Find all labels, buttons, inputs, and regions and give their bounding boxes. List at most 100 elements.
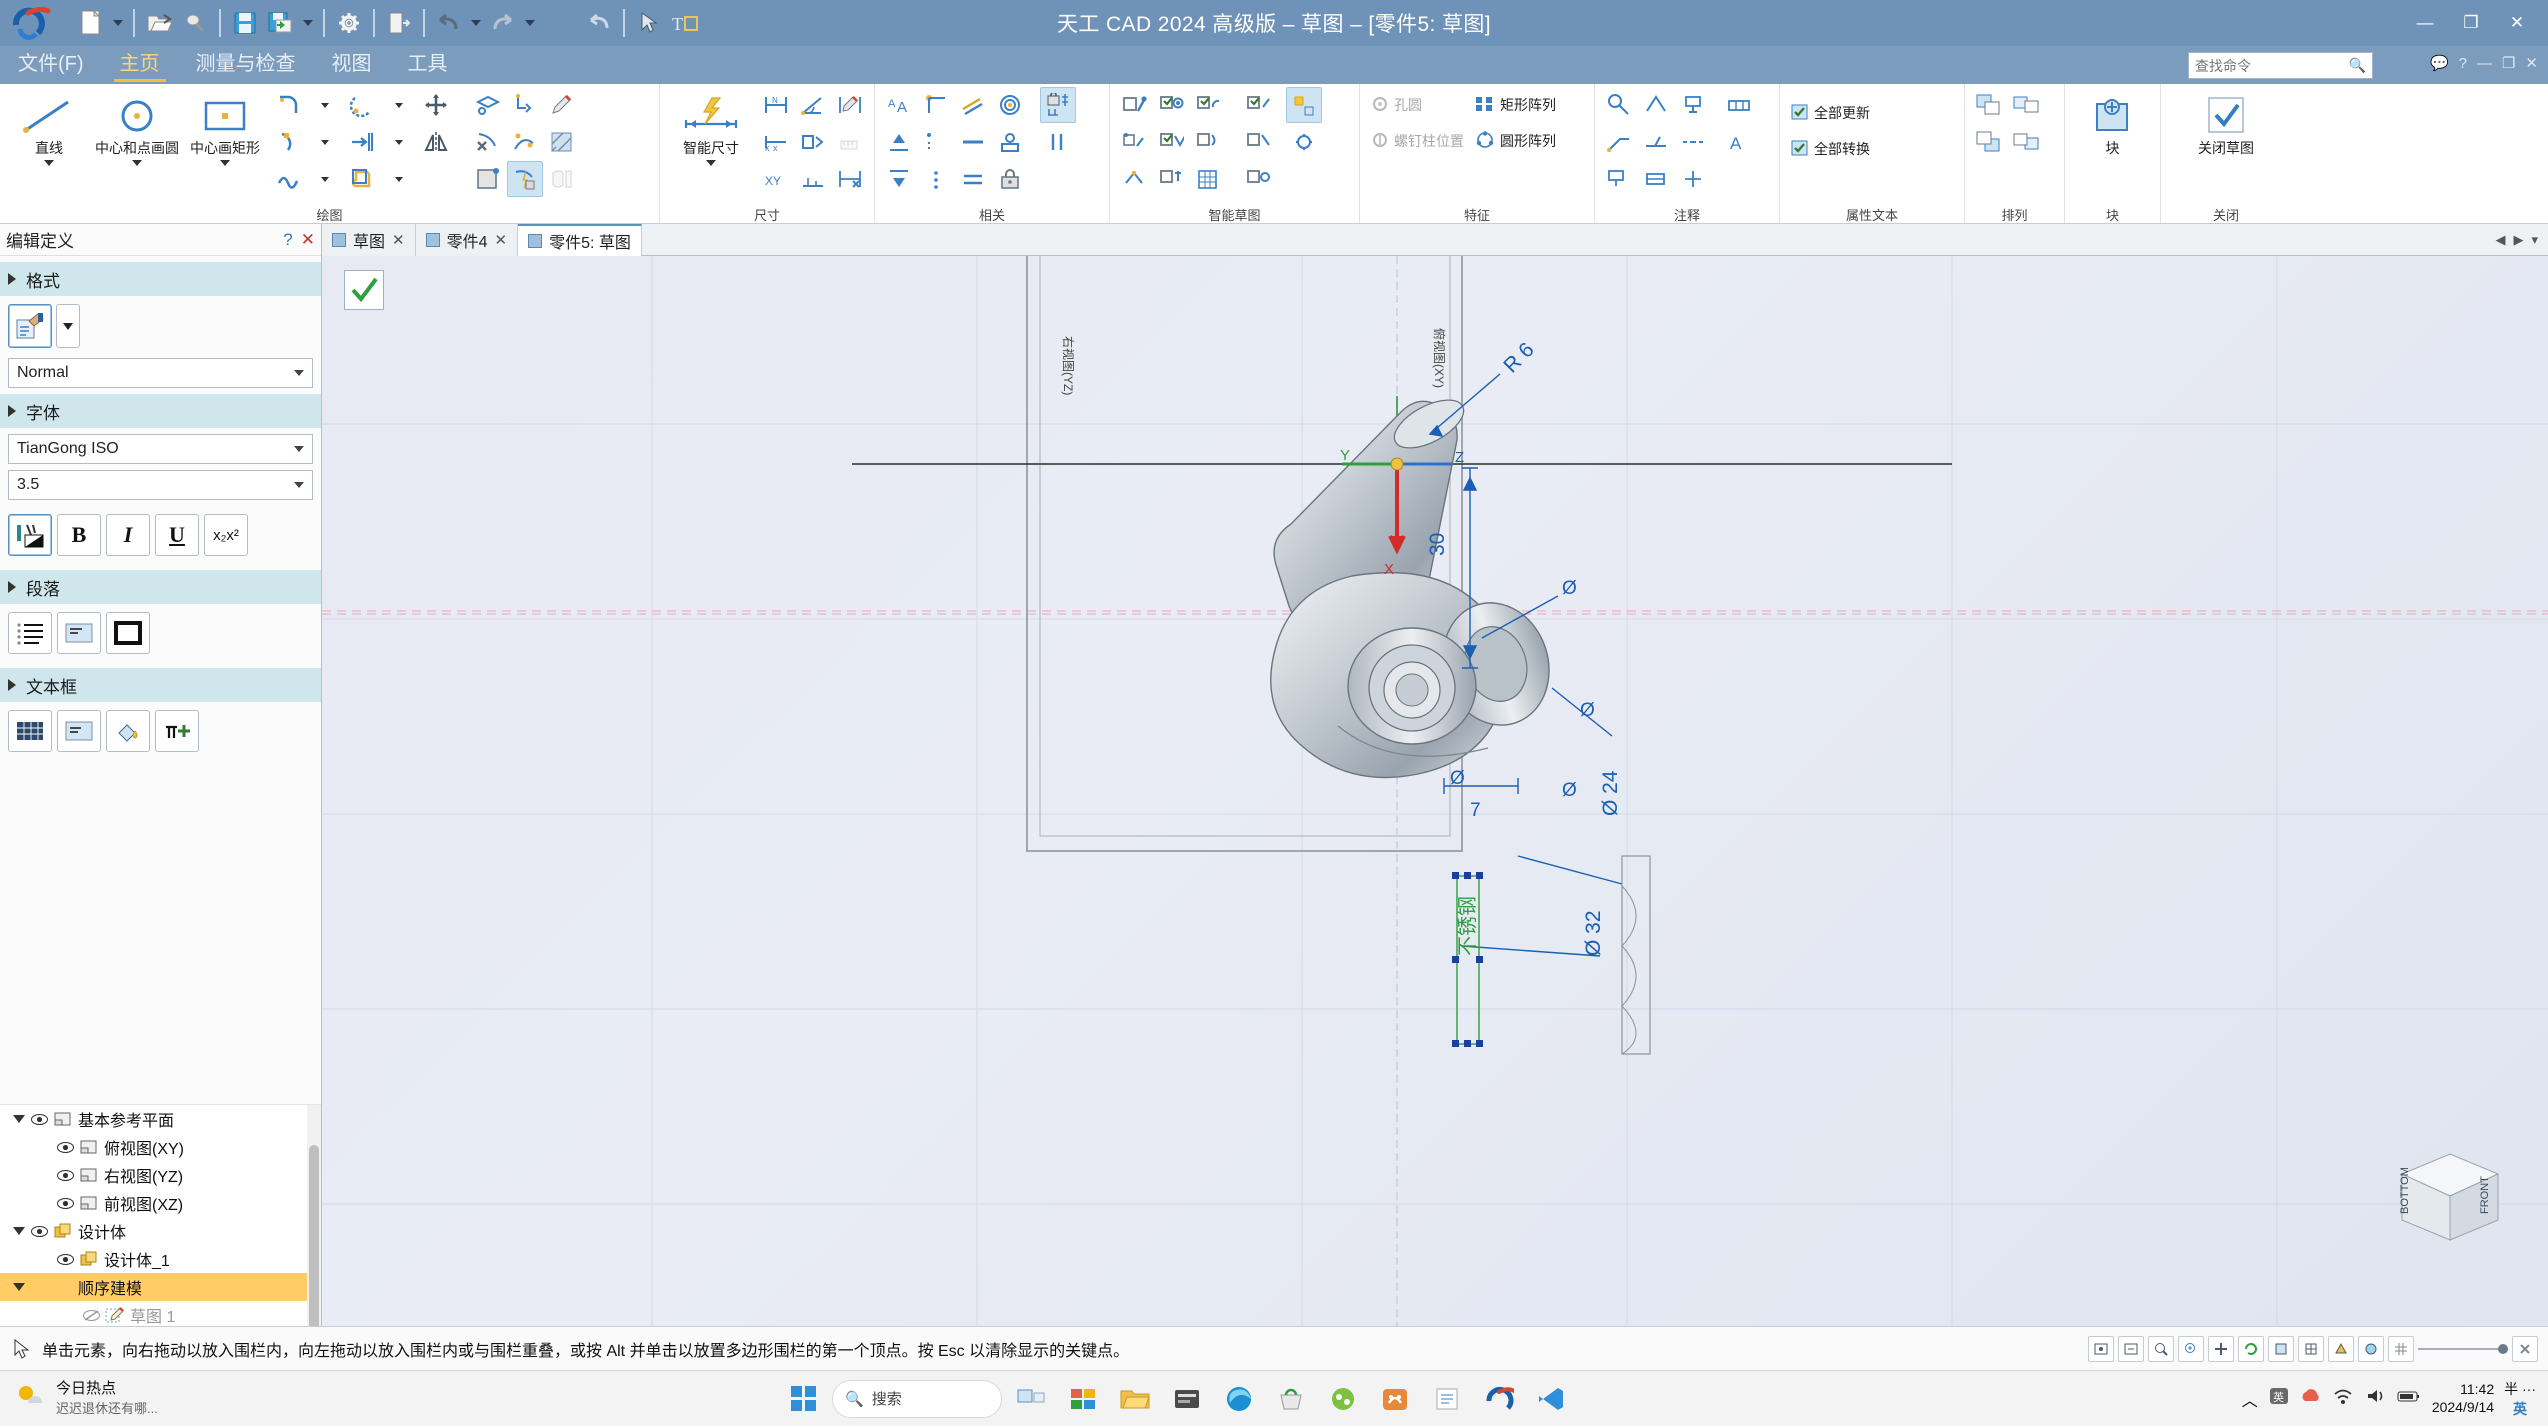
search-icon[interactable]: 🔍 [2349,57,2366,74]
dim-remove-icon[interactable] [832,161,868,197]
maintain-relations-icon[interactable] [1240,161,1276,197]
clock[interactable]: 11:42 2024/9/14 [2432,1381,2494,1416]
visibility-eye-icon[interactable] [28,1113,50,1126]
collinear-relation-icon[interactable] [955,124,991,160]
settings-gear-icon[interactable] [332,5,366,41]
text-shrink-icon[interactable] [881,161,917,197]
subscript-superscript-button[interactable]: x₂x² [204,514,248,556]
textbox-grid-button[interactable] [8,710,52,752]
extend-trim-icon[interactable] [470,124,506,160]
command-search-input[interactable] [2195,57,2345,74]
folder-button[interactable] [1164,1376,1210,1422]
menu-tools[interactable]: 工具 [390,43,466,84]
format-painter-caret[interactable] [56,304,80,348]
zoom-slider[interactable] [2418,1343,2508,1354]
grid-icon[interactable] [2388,1335,2414,1362]
tab-close-icon[interactable]: ✕ [495,231,508,249]
element-select-icon[interactable] [1116,87,1152,123]
new-document-icon[interactable] [74,5,108,41]
ime-icon[interactable]: 英 [2268,1385,2290,1412]
draw-caret-4-icon[interactable] [381,87,417,123]
region-icon[interactable] [344,161,380,197]
dim-measure-icon[interactable] [832,124,868,160]
fillet-icon[interactable] [270,87,306,123]
tab-close-icon[interactable]: ✕ [392,231,405,249]
print-preview-icon[interactable] [178,5,212,41]
intersection-icon[interactable] [1153,161,1189,197]
move-icon[interactable] [418,87,454,123]
bullet-list-button[interactable] [8,612,52,654]
undo-icon[interactable] [432,5,466,41]
save-as-icon[interactable] [264,5,298,41]
chevron-down-icon[interactable] [220,160,230,167]
tangent-relation-icon[interactable] [992,124,1028,160]
menu-home[interactable]: 主页 [102,43,178,84]
leader-icon[interactable] [1601,124,1637,160]
ime-status[interactable]: 半 ··· 英 [2504,1379,2536,1419]
textbox-fill-button[interactable] [106,710,150,752]
exit-app-icon[interactable] [382,5,416,41]
battery-icon[interactable] [2396,1386,2422,1411]
tree-node[interactable]: 右视图(YZ) [0,1161,321,1189]
trim-corner-icon[interactable] [507,87,543,123]
chevron-down-icon[interactable] [44,160,54,167]
wireframe-icon[interactable] [2298,1335,2324,1362]
create-block-button[interactable]: 块 [2071,87,2154,156]
keypoint-icon[interactable] [1116,161,1152,197]
text-grow-icon[interactable] [881,124,917,160]
datum-icon[interactable] [1675,87,1711,123]
hole-feature-item[interactable]: 孔圆 [1366,87,1468,123]
repeat-command-icon[interactable] [582,5,616,41]
volume-icon[interactable] [2364,1386,2386,1411]
hatch-region-icon[interactable] [470,161,506,197]
doc-close-icon[interactable]: ✕ [2525,54,2538,72]
taskview-button[interactable] [1008,1376,1054,1422]
arc-icon[interactable] [344,87,380,123]
visibility-eye-icon[interactable] [54,1169,76,1182]
balloon-icon[interactable] [1601,87,1637,123]
store-button[interactable] [1268,1376,1314,1422]
callout-icon[interactable] [1601,161,1637,197]
insert-symbol-button[interactable] [155,710,199,752]
hatch-fill-icon[interactable] [544,124,580,160]
tab-prev-icon[interactable]: ◀ [2495,232,2505,248]
taskbar-search[interactable]: 🔍 搜索 [832,1379,1002,1418]
dim-edit-icon[interactable] [832,87,868,123]
draw-caret-2-icon[interactable] [307,124,343,160]
auto-constrain-icon[interactable] [1240,87,1276,123]
close-button[interactable]: ✕ [2494,8,2540,38]
draw-caret-6-icon[interactable] [381,161,417,197]
surface-finish-icon[interactable] [1638,87,1674,123]
xy-dimension-icon[interactable]: XY [758,161,794,197]
tree-node[interactable]: 顺序建模 [0,1273,321,1301]
bring-front-icon[interactable] [1971,87,2007,123]
circular-pattern-item[interactable]: 圆形阵列 [1470,123,1560,159]
line-tool-button[interactable]: 直线 [6,87,92,167]
doc-minimize-icon[interactable]: — [2477,55,2492,72]
update-all-item[interactable]: 全部更新 [1786,95,1874,131]
connect-relation-icon[interactable] [918,87,954,123]
sketch-options-icon[interactable] [1286,124,1322,160]
center-mark-icon[interactable] [1675,161,1711,197]
chevron-down-icon[interactable] [132,160,142,167]
distance-dimension-icon[interactable]: N [758,87,794,123]
panel-help-icon[interactable]: ? [283,230,292,250]
snap-icon[interactable] [2512,1335,2538,1362]
help-balloon-icon[interactable]: 💬 [2430,54,2449,72]
new-document-caret-icon[interactable] [110,5,126,41]
lock-relation-icon[interactable] [992,161,1028,197]
collapse-triangle-icon[interactable] [8,581,16,593]
expander-down-icon[interactable] [10,1227,28,1235]
alignment-button[interactable] [57,612,101,654]
chevron-down-icon[interactable] [294,446,304,452]
menu-file[interactable]: 文件(F) [0,43,102,84]
constraint-lines-icon[interactable] [1040,124,1076,160]
menu-measure-inspect[interactable]: 测量与检查 [178,43,314,84]
tree-node[interactable]: 俯视图(XY) [0,1133,321,1161]
visibility-eye-icon[interactable] [54,1197,76,1210]
rectangular-pattern-item[interactable]: 矩形阵列 [1470,87,1560,123]
collapse-triangle-icon[interactable] [8,405,16,417]
select-tool-icon[interactable] [2088,1335,2114,1362]
bold-button[interactable]: B [57,514,101,556]
textbox-fit-button[interactable] [57,710,101,752]
